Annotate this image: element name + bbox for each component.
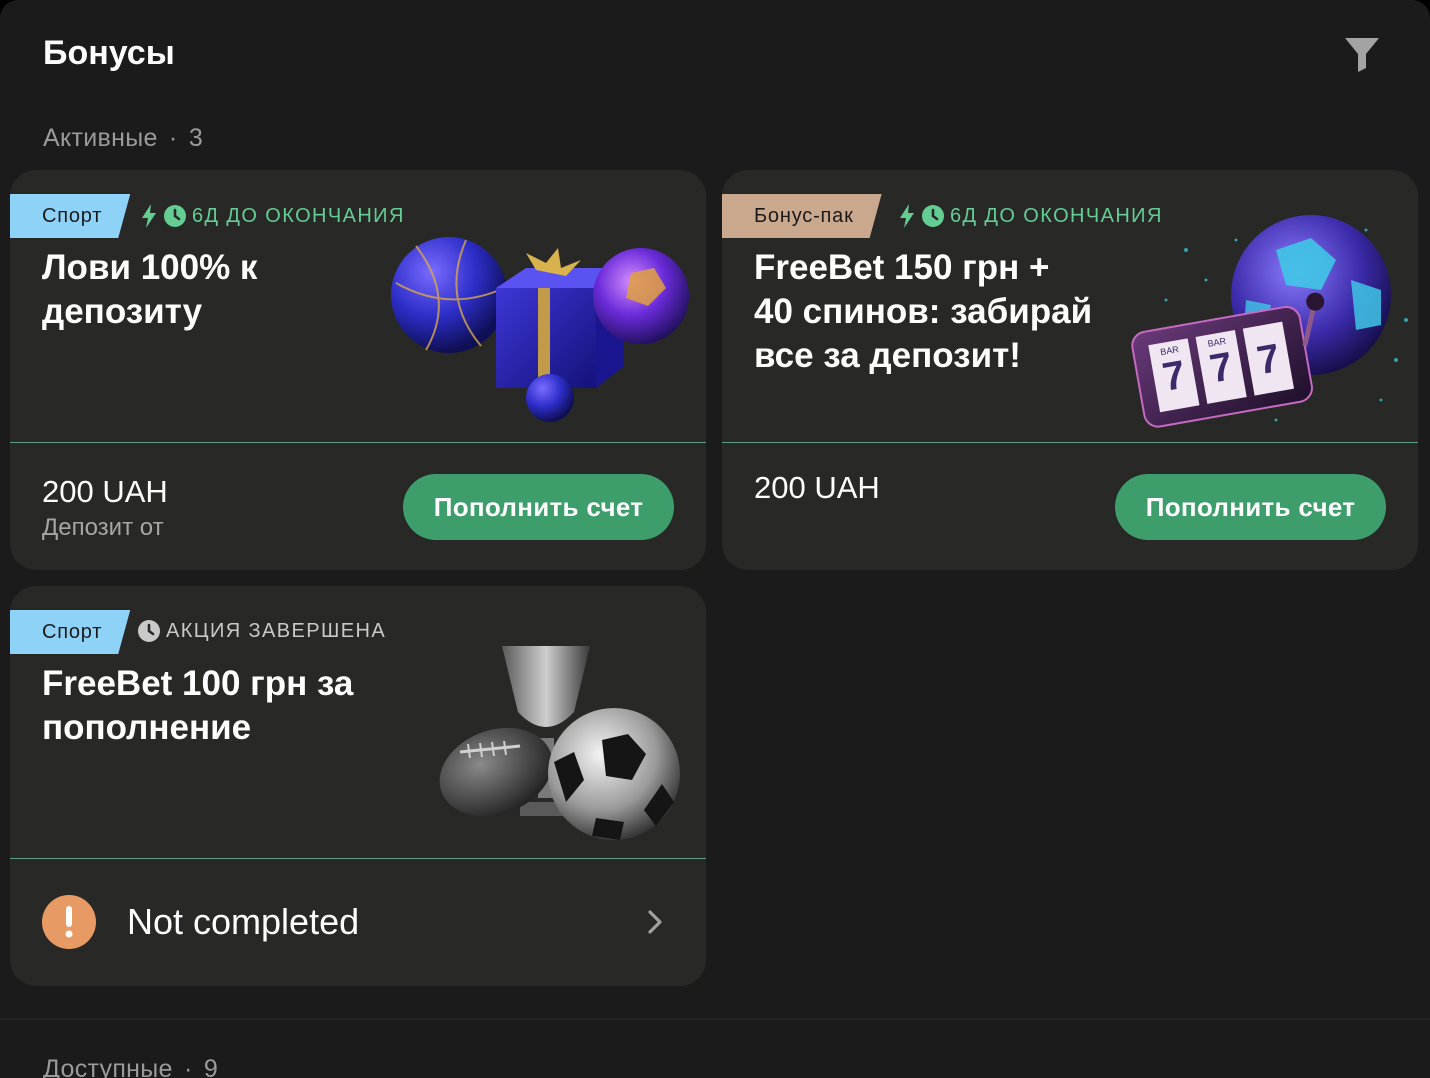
lightning-icon <box>142 204 156 228</box>
section-active-label: Активные <box>43 124 158 152</box>
bonus-card-deposit-100[interactable]: Спорт 6Д ДО ОКОНЧАНИЯ Лови 100% к депози… <box>10 170 706 570</box>
section-active-count: 3 <box>188 124 204 152</box>
category-tag: Спорт <box>10 610 130 654</box>
bonuses-panel: Бонусы Активные · 3 Спорт 6Д ДО ОКОНЧАНИ… <box>0 0 1430 1078</box>
clock-icon <box>138 620 160 642</box>
bonus-title: Лови 100% к депозиту <box>42 246 257 334</box>
category-tag: Бонус-пак <box>722 194 882 238</box>
section-available-count: 9 <box>203 1055 219 1078</box>
deposit-amount: 200 UAH <box>754 470 880 505</box>
page-title: Бонусы <box>43 34 175 72</box>
bonus-title-line: FreeBet 100 грн за <box>42 664 354 703</box>
sports-gift-illustration <box>391 237 689 422</box>
bonus-card-bonus-pack[interactable]: Бонус-пак 6Д ДО ОКОНЧАНИЯ FreeBet 150 гр… <box>722 170 1418 570</box>
trophy-balls-illustration <box>439 646 680 840</box>
bonus-status-text: Not completed <box>127 901 360 942</box>
filter-icon <box>1345 38 1379 72</box>
top-up-button[interactable]: Пополнить счет <box>1115 474 1386 540</box>
bonus-title-line: Лови 100% к <box>42 248 258 287</box>
expiry-text: 6Д ДО ОКОНЧАНИЯ <box>192 204 405 227</box>
section-active-header: Активные · 3 <box>43 124 203 153</box>
bonus-title: FreeBet 100 грн за пополнение <box>42 662 353 750</box>
section-available-label: Доступные <box>43 1055 173 1078</box>
bonus-status-row[interactable]: Not completed <box>10 858 706 986</box>
deposit-amount: 200 UAH <box>42 474 168 509</box>
category-tag: Спорт <box>10 194 130 238</box>
section-divider <box>0 1018 1430 1020</box>
section-available-header: Доступные · 9 <box>43 1055 218 1078</box>
expiry-timer: 6Д ДО ОКОНЧАНИЯ <box>140 203 405 229</box>
top-up-button[interactable]: Пополнить счет <box>403 474 674 540</box>
section-separator: · <box>184 1055 193 1078</box>
bonus-title-line: пополнение <box>42 708 252 747</box>
slot-machine-ball-illustration: 7 7 7 BAR BAR <box>1131 215 1408 428</box>
expiry-timer: 6Д ДО ОКОНЧАНИЯ <box>898 203 1163 229</box>
lightning-icon <box>900 204 914 228</box>
clock-icon <box>164 205 186 227</box>
bonus-title-line: все за депозит! <box>754 336 1021 375</box>
expiry-text: АКЦИЯ ЗАВЕРШЕНА <box>166 619 387 642</box>
chevron-right-icon <box>648 910 662 934</box>
expiry-timer: АКЦИЯ ЗАВЕРШЕНА <box>137 619 386 643</box>
section-separator: · <box>168 124 178 152</box>
bonus-title-line: FreeBet 150 грн + <box>754 248 1050 287</box>
clock-icon <box>922 205 944 227</box>
deposit-amount-label: Депозит от <box>42 514 164 541</box>
bonus-title: FreeBet 150 грн + 40 спинов: забирай все… <box>754 246 1092 378</box>
bonus-title-line: 40 спинов: забирай <box>754 292 1093 331</box>
exclamation-icon <box>42 895 96 949</box>
bonus-card-freebet-100[interactable]: Спорт АКЦИЯ ЗАВЕРШЕНА FreeBet 100 грн за… <box>10 586 706 986</box>
bonus-title-line: депозиту <box>42 292 203 331</box>
filter-button[interactable] <box>1340 32 1384 76</box>
